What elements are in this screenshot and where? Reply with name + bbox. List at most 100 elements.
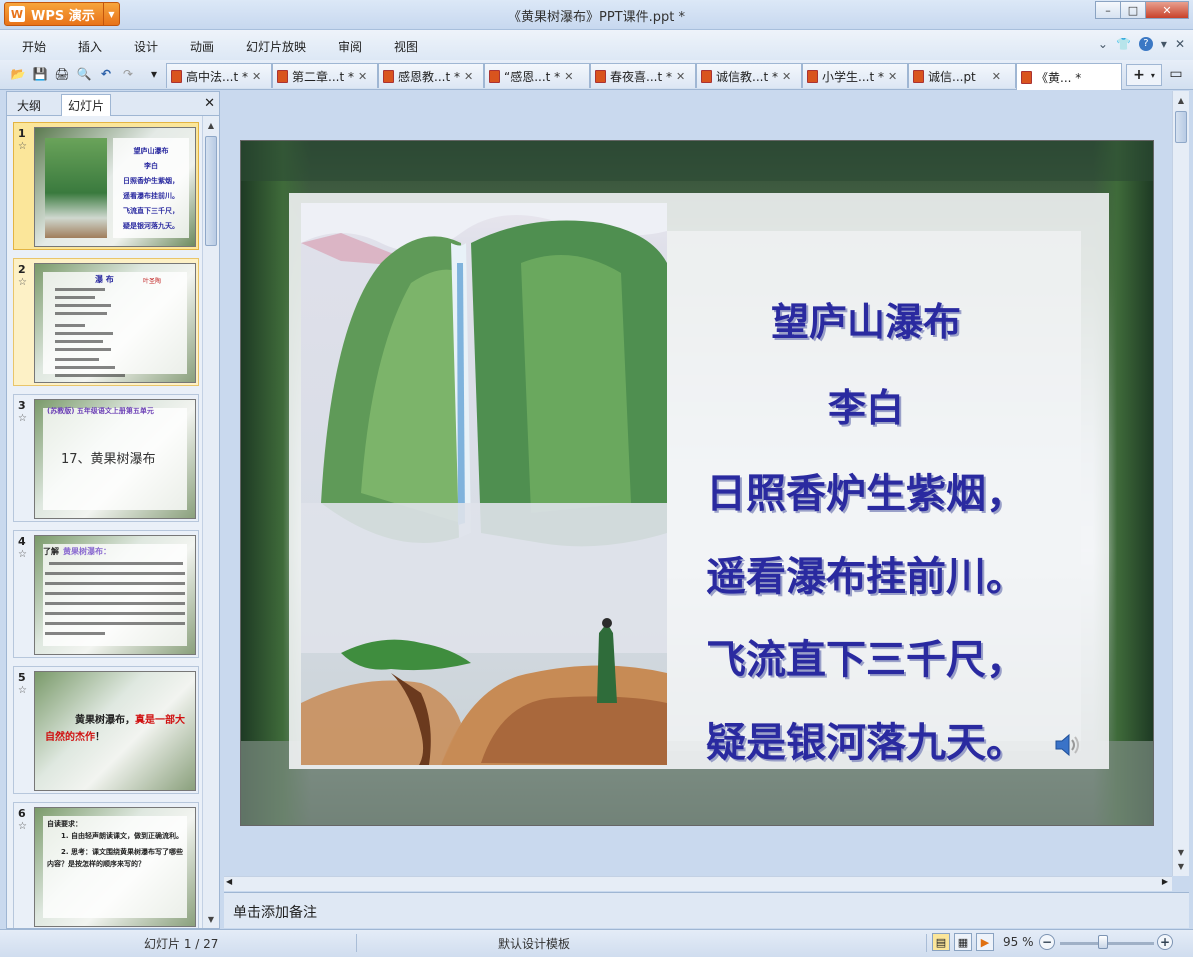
- undo-icon[interactable]: ↶: [98, 66, 114, 82]
- doc-tab[interactable]: 诚信教...t * ✕: [696, 63, 802, 88]
- ppt-file-icon: [701, 69, 712, 83]
- poem-line-1: 日照香炉生紫烟，: [706, 470, 1026, 517]
- notes-placeholder[interactable]: 单击添加备注: [233, 902, 317, 922]
- normal-view-icon[interactable]: ▤: [932, 933, 950, 951]
- close-tab-icon[interactable]: ✕: [252, 70, 261, 83]
- thumbnail-preview: 黄果树瀑布，真是一部大自然的杰作！: [34, 671, 196, 791]
- doc-tab-label: 《黄... *: [1036, 70, 1082, 85]
- close-doc-icon[interactable]: ✕: [1175, 37, 1185, 51]
- slide-number: 2: [18, 263, 26, 276]
- thumb-text: 2. 思考：课文围绕黄果树瀑布写了哪些内容？是按怎样的顺序来写的？: [47, 848, 183, 868]
- menu-animation[interactable]: 动画: [190, 38, 214, 55]
- scroll-left-icon[interactable]: ◀: [226, 877, 232, 886]
- thumb-text: 飞流直下三千尺，: [123, 207, 179, 215]
- thumb-text: 望庐山瀑布: [133, 147, 169, 155]
- zoom-slider-thumb[interactable]: [1098, 935, 1108, 949]
- doc-tab[interactable]: 诚信...pt ✕: [908, 63, 1016, 88]
- close-tab-icon[interactable]: ✕: [782, 70, 791, 83]
- speaker-icon[interactable]: [1053, 731, 1083, 759]
- doc-tab[interactable]: 高中法...t * ✕: [166, 63, 272, 88]
- maximize-button[interactable]: □: [1120, 1, 1146, 19]
- ppt-file-icon: [489, 69, 500, 83]
- slide-thumbnail-4[interactable]: 4 ☆ 了解 黄果树瀑布：: [13, 530, 199, 658]
- close-tab-icon[interactable]: ✕: [888, 70, 897, 83]
- slide-thumbnail-2[interactable]: 2 ☆ 瀑 布 叶圣陶: [13, 258, 199, 386]
- ppt-file-icon: [277, 69, 288, 83]
- save-icon[interactable]: 💾: [32, 66, 48, 82]
- slide-thumbnail-3[interactable]: 3 ☆ (苏教版) 五年级语文上册第五单元 17、黄果树瀑布: [13, 394, 199, 522]
- close-tab-icon[interactable]: ✕: [564, 70, 573, 83]
- thumbnail-preview: 望庐山瀑布 李白 日照香炉生紫烟， 遥看瀑布挂前川。 飞流直下三千尺， 疑是银河…: [34, 127, 196, 247]
- doc-tab-label: 高中法...t *: [186, 69, 248, 84]
- scroll-down-icon[interactable]: ▼: [1173, 859, 1189, 873]
- tab-list-icon[interactable]: ▭: [1168, 66, 1184, 82]
- slide-thumbnail-5[interactable]: 5 ☆ 黄果树瀑布，真是一部大自然的杰作！: [13, 666, 199, 794]
- slideshow-icon[interactable]: ▶: [976, 933, 994, 951]
- redo-icon[interactable]: ↷: [120, 66, 136, 82]
- close-tab-icon[interactable]: ✕: [676, 70, 685, 83]
- animation-star-icon: ☆: [18, 685, 27, 696]
- thumbnail-scrollbar[interactable]: ▲ ▼: [202, 116, 219, 928]
- doc-tab[interactable]: 感恩教...t * ✕: [378, 63, 484, 88]
- chevron-down-icon: ▾: [1150, 70, 1155, 80]
- menu-slideshow[interactable]: 幻灯片放映: [246, 38, 306, 55]
- thumb-title: 17、黄果树瀑布: [61, 452, 156, 467]
- collapse-ribbon-icon[interactable]: ⌄: [1098, 37, 1108, 51]
- close-pane-icon[interactable]: ✕: [204, 96, 215, 111]
- slide-thumbnail-1[interactable]: 1 ☆ 望庐山瀑布 李白 日照香炉生紫烟， 遥看瀑布挂前川。 飞流直下三千尺， …: [13, 122, 199, 250]
- ppt-file-icon: [913, 69, 924, 83]
- scroll-down-icon[interactable]: ▼: [1173, 845, 1189, 859]
- minimize-button[interactable]: –: [1095, 1, 1121, 19]
- doc-tab[interactable]: 春夜喜...t * ✕: [590, 63, 696, 88]
- chevron-down-icon[interactable]: ▾: [1161, 37, 1167, 51]
- slide-count: 幻灯片 1 / 27: [144, 937, 219, 951]
- print-icon[interactable]: 🖨: [54, 66, 70, 82]
- new-tab-button[interactable]: + ▾: [1126, 64, 1162, 86]
- editor-scrollbar[interactable]: ▲ ▼ ▼: [1172, 91, 1189, 876]
- thumbnail-preview: 了解 黄果树瀑布：: [34, 535, 196, 655]
- notes-pane[interactable]: 单击添加备注: [224, 892, 1189, 928]
- painting-mini: [45, 138, 107, 238]
- close-tab-icon[interactable]: ✕: [992, 70, 1001, 83]
- print-preview-icon[interactable]: 🔍: [76, 66, 92, 82]
- open-icon[interactable]: 📂: [10, 66, 26, 82]
- doc-tab-label: “感恩...t *: [504, 69, 561, 84]
- customize-toolbar-icon[interactable]: ▾: [146, 66, 162, 82]
- zoom-in-button[interactable]: +: [1157, 934, 1173, 950]
- ppt-file-icon: [595, 69, 606, 83]
- menu-review[interactable]: 审阅: [338, 38, 362, 55]
- scroll-right-icon[interactable]: ▶: [1162, 877, 1168, 886]
- help-icon[interactable]: ?: [1138, 37, 1153, 51]
- tab-slides[interactable]: 幻灯片: [61, 94, 112, 116]
- close-button[interactable]: ✕: [1145, 1, 1189, 19]
- zoom-out-button[interactable]: −: [1039, 934, 1055, 950]
- tab-outline[interactable]: 大纲: [11, 95, 47, 116]
- skin-icon[interactable]: 👕: [1116, 37, 1131, 51]
- scroll-up-icon[interactable]: ▲: [203, 118, 219, 132]
- menu-view[interactable]: 视图: [394, 38, 418, 55]
- menu-insert[interactable]: 插入: [78, 38, 102, 55]
- slide-number: 3: [18, 399, 26, 412]
- slide-number: 6: [18, 807, 26, 820]
- editor-horizontal-scrollbar[interactable]: ◀ ▶: [224, 876, 1172, 891]
- menu-home[interactable]: 开始: [22, 38, 46, 55]
- doc-tab-label: 诚信教...t *: [716, 69, 778, 84]
- slide-thumbnail-6[interactable]: 6 ☆ 自读要求： 1. 自由轻声朗读课文，做到正确流利。 2. 思考：课文围绕…: [13, 802, 199, 928]
- scroll-up-icon[interactable]: ▲: [1173, 93, 1189, 107]
- doc-tab[interactable]: “感恩...t * ✕: [484, 63, 590, 88]
- close-tab-icon[interactable]: ✕: [464, 70, 473, 83]
- close-tab-icon[interactable]: ✕: [358, 70, 367, 83]
- doc-tab[interactable]: 第二章...t * ✕: [272, 63, 378, 88]
- doc-tab-label: 春夜喜...t *: [610, 69, 672, 84]
- document-tab-bar: 📂 💾 🖨 🔍 ↶ ↷ ▾ 高中法...t * ✕ 第二章...t * ✕ 感恩教.…: [0, 60, 1193, 90]
- doc-tab[interactable]: 小学生...t * ✕: [802, 63, 908, 88]
- scrollbar-thumb[interactable]: [205, 136, 217, 246]
- doc-tab-active[interactable]: 《黄... *: [1016, 63, 1122, 90]
- menu-design[interactable]: 设计: [134, 38, 158, 55]
- scroll-down-icon[interactable]: ▼: [203, 912, 219, 926]
- scrollbar-thumb[interactable]: [1175, 111, 1187, 143]
- thumb-text: 遥看瀑布挂前川。: [123, 192, 179, 200]
- slide-sorter-icon[interactable]: ▦: [954, 933, 972, 951]
- current-slide[interactable]: 望庐山瀑布 李白 日照香炉生紫烟， 遥看瀑布挂前川。 飞流直下三千尺， 疑是银河…: [240, 140, 1154, 826]
- pane-tabs: 大纲 幻灯片 ✕: [7, 92, 219, 116]
